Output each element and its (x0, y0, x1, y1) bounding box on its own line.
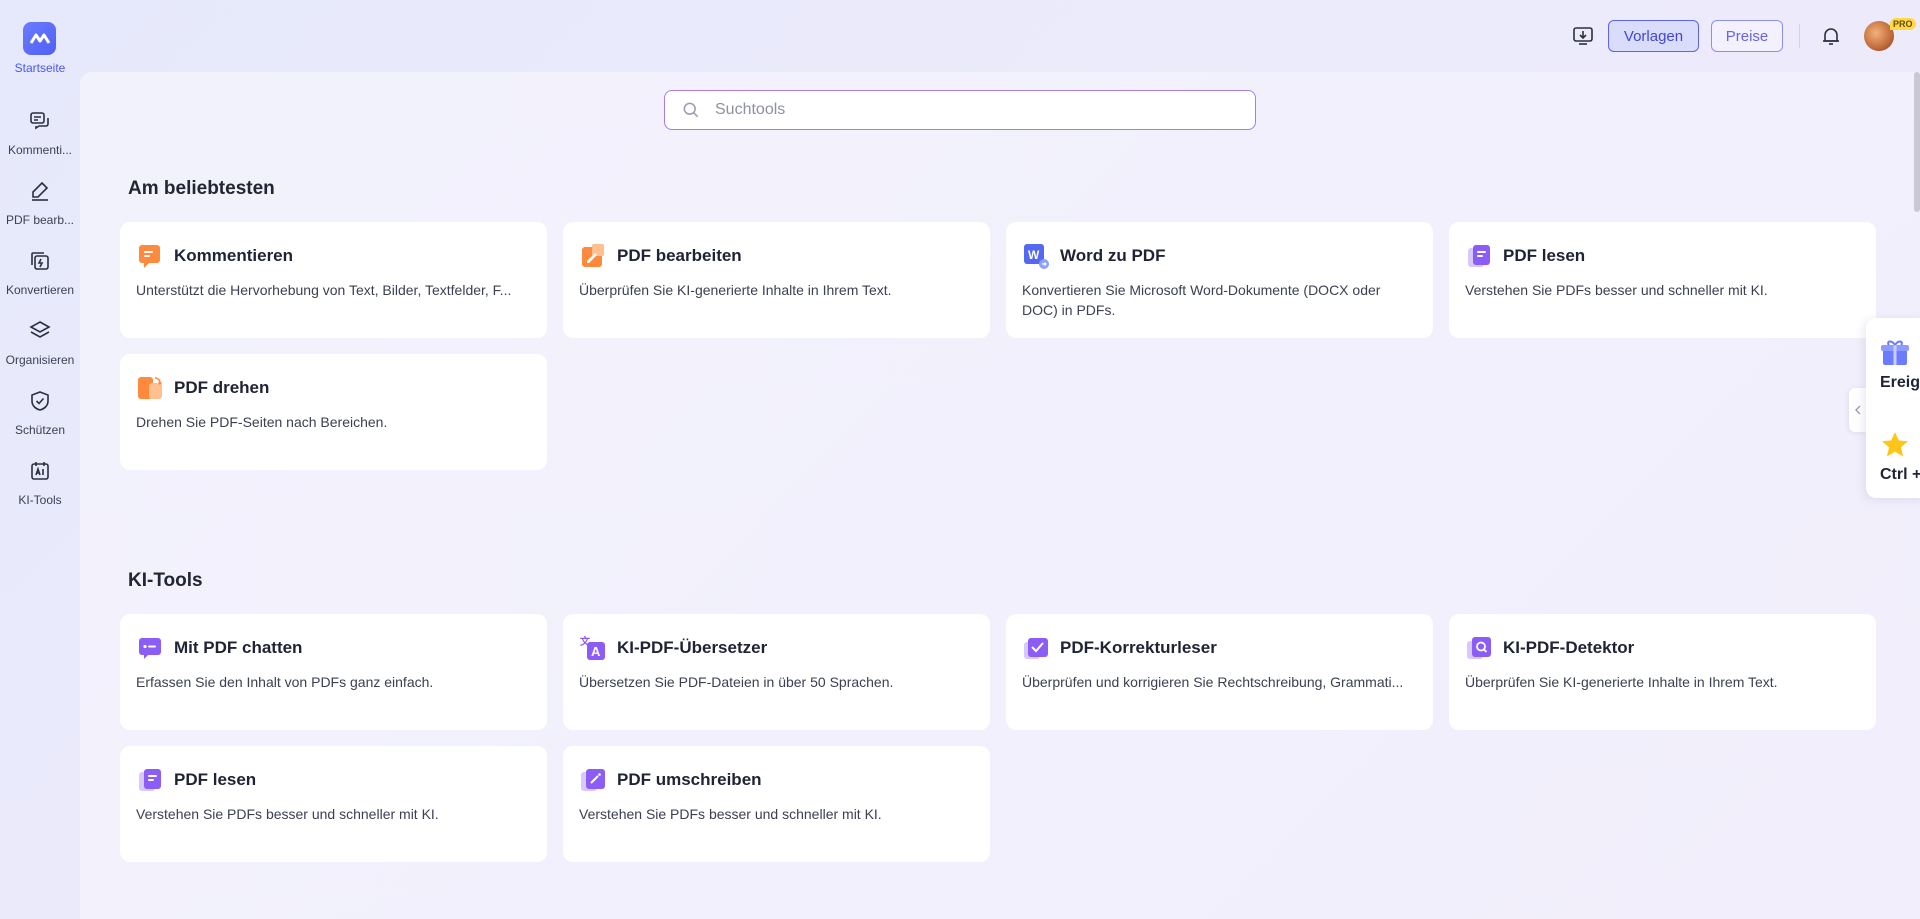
card-description: Erfassen Sie den Inhalt von PDFs ganz ei… (136, 674, 434, 690)
app-logo-icon (23, 22, 57, 55)
tool-card-pdf-umschreiben[interactable]: PDF umschreiben Verstehen Sie PDFs besse… (563, 746, 990, 862)
edit-icon (32, 181, 49, 201)
gift-icon (1881, 340, 1909, 365)
float-panel: Ereig Ctrl + (1866, 318, 1920, 498)
proofread-icon (1022, 634, 1050, 662)
bell-icon[interactable] (1819, 24, 1843, 48)
top-header: Vorlagen Preise PRO (80, 0, 1920, 72)
sidebar-item-label: KI-Tools (18, 493, 62, 507)
pdf-read-icon (1465, 242, 1493, 270)
sidebar-item-label: Kommenti... (7, 143, 73, 157)
svg-text:W: W (1028, 248, 1040, 262)
chevron-left-icon (1855, 405, 1861, 415)
ai-tools-icon (31, 462, 49, 480)
card-description: Verstehen Sie PDFs besser und schneller … (1465, 282, 1768, 298)
scrollbar[interactable] (1914, 72, 1920, 212)
sidebar: Startseite Kommenti... PDF bearb... Konv… (0, 0, 80, 919)
card-title: PDF bearbeiten (617, 246, 742, 265)
card-description: Verstehen Sie PDFs besser und schneller … (136, 806, 439, 822)
card-description: Übersetzen Sie PDF-Dateien in über 50 Sp… (579, 674, 894, 690)
tool-card-pdf-lesen[interactable]: PDF lesen Verstehen Sie PDFs besser und … (1449, 222, 1876, 338)
comment-icon (30, 112, 49, 130)
sidebar-item-label: PDF bearb... (5, 213, 75, 227)
card-description: Überprüfen Sie KI-generierte Inhalte in … (1465, 674, 1778, 690)
card-description: Überprüfen und korrigieren Sie Rechtschr… (1022, 674, 1404, 690)
card-title: KI-PDF-Übersetzer (617, 638, 768, 657)
translate-icon: A文 (579, 634, 607, 662)
card-title: PDF lesen (1503, 246, 1586, 265)
rotate-icon (136, 374, 164, 402)
sidebar-item-label: Konvertieren (5, 283, 75, 297)
svg-text:A: A (591, 644, 601, 659)
card-title: PDF umschreiben (617, 770, 762, 789)
tool-card-word-zu-pdf[interactable]: W Word zu PDF Konvertieren Sie Microsoft… (1006, 222, 1433, 338)
float-panel-collapse-button[interactable] (1849, 388, 1867, 432)
tool-card-ki-pdf-uebersetzer[interactable]: A文 KI-PDF-Übersetzer Übersetzen Sie PDF-… (563, 614, 990, 730)
edit-orange-icon (579, 242, 607, 270)
sidebar-item-label: Startseite (14, 61, 66, 75)
main-panel: Am beliebtesten Kommentieren Unterstützt… (80, 72, 1920, 919)
rewrite-icon (579, 766, 607, 794)
card-title: PDF drehen (174, 378, 270, 397)
tool-card-pdf-bearbeiten[interactable]: PDF bearbeiten Überprüfen Sie KI-generie… (563, 222, 990, 338)
templates-button[interactable]: Vorlagen (1608, 20, 1699, 52)
sidebar-item-home[interactable]: Startseite (14, 22, 66, 75)
pricing-button[interactable]: Preise (1711, 20, 1783, 52)
download-icon[interactable] (1571, 24, 1595, 48)
float-item-label: Ctrl + (1880, 466, 1920, 483)
pdf-read-icon (136, 766, 164, 794)
shield-icon (31, 391, 49, 411)
card-title: Word zu PDF (1060, 246, 1166, 265)
sidebar-item-ai-tools[interactable]: KI-Tools (0, 459, 80, 507)
search-icon (683, 102, 699, 118)
card-title: KI-PDF-Detektor (1503, 638, 1635, 657)
comment-orange-icon (136, 242, 164, 270)
tool-card-ki-pdf-detektor[interactable]: KI-PDF-Detektor Überprüfen Sie KI-generi… (1449, 614, 1876, 730)
float-item-events[interactable]: Ereig (1880, 338, 1920, 392)
star-icon (1882, 432, 1908, 457)
card-description: Drehen Sie PDF-Seiten nach Bereichen. (136, 414, 388, 430)
search-box[interactable] (664, 90, 1256, 130)
card-title: PDF lesen (174, 770, 257, 789)
sidebar-item-label: Organisieren (5, 353, 75, 367)
svg-text:文: 文 (580, 635, 591, 648)
pro-badge: PRO (1890, 18, 1916, 30)
card-title: Mit PDF chatten (174, 638, 303, 657)
card-description: Unterstützt die Hervorhebung von Text, B… (136, 282, 512, 298)
sidebar-item-edit[interactable]: PDF bearb... (0, 179, 80, 227)
tool-card-kommentieren[interactable]: Kommentieren Unterstützt die Hervorhebun… (120, 222, 547, 338)
card-description: Überprüfen Sie KI-generierte Inhalte in … (579, 282, 892, 298)
tool-card-pdf-korrekturleser[interactable]: PDF-Korrekturleser Überprüfen und korrig… (1006, 614, 1433, 730)
sidebar-item-protect[interactable]: Schützen (0, 389, 80, 437)
sidebar-item-comment[interactable]: Kommenti... (0, 109, 80, 157)
float-item-shortcut[interactable]: Ctrl + (1880, 430, 1920, 484)
section-title-ai-tools: KI-Tools (128, 570, 203, 591)
search-input[interactable] (715, 101, 1235, 119)
word-icon: W (1022, 242, 1050, 270)
card-title: Kommentieren (174, 246, 294, 265)
tool-card-mit-pdf-chatten[interactable]: Mit PDF chatten Erfassen Sie den Inhalt … (120, 614, 547, 730)
card-description: Verstehen Sie PDFs besser und schneller … (579, 806, 882, 822)
section-title-popular: Am beliebtesten (128, 178, 275, 199)
tool-card-pdf-lesen-ai[interactable]: PDF lesen Verstehen Sie PDFs besser und … (120, 746, 547, 862)
sidebar-item-label: Schützen (14, 423, 66, 437)
card-description: Konvertieren Sie Microsoft Word-Dokument… (1022, 282, 1381, 318)
convert-icon (31, 252, 49, 270)
tool-card-pdf-drehen[interactable]: PDF drehen Drehen Sie PDF-Seiten nach Be… (120, 354, 547, 470)
float-item-label: Ereig (1880, 374, 1920, 391)
sidebar-item-convert[interactable]: Konvertieren (0, 249, 80, 297)
chat-icon (136, 634, 164, 662)
sidebar-item-organize[interactable]: Organisieren (0, 319, 80, 367)
layers-icon (29, 321, 51, 338)
card-title: PDF-Korrekturleser (1060, 638, 1217, 657)
detector-icon (1465, 634, 1493, 662)
header-divider (1799, 24, 1800, 48)
